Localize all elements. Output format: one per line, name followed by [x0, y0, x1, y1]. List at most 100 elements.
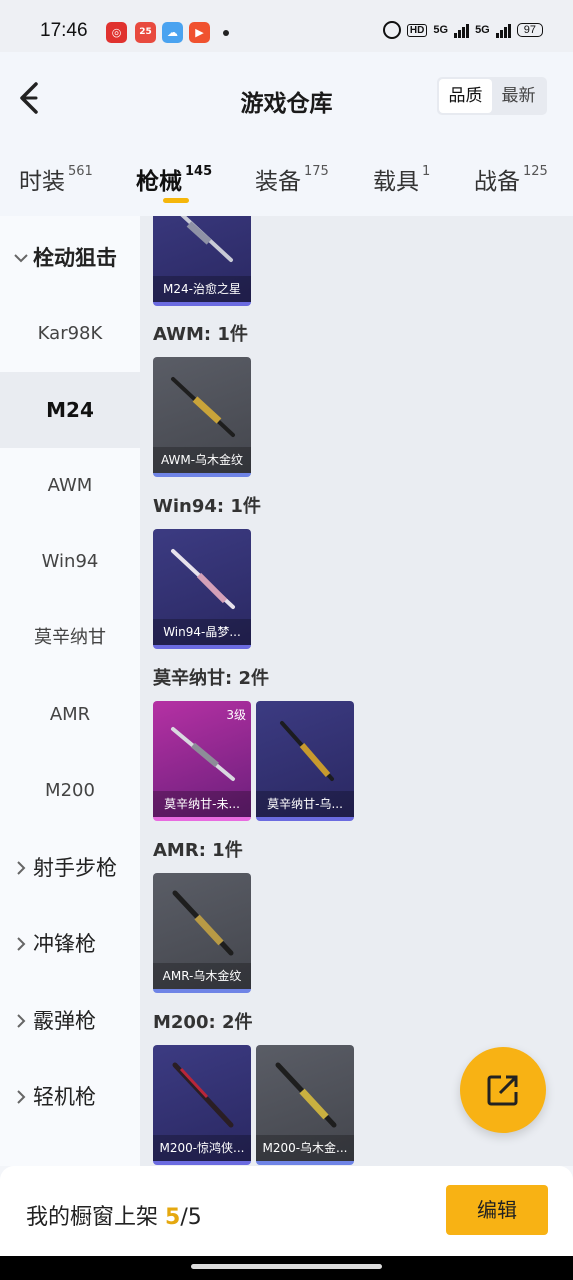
tab-supplies[interactable]: 战备 125 — [474, 162, 548, 196]
rifle-image-icon — [172, 1062, 234, 1128]
back-arrow-icon — [20, 82, 38, 114]
sidebar-item-m24[interactable]: M24 — [0, 372, 140, 448]
showcase-bar: 我的橱窗上架 5/5 编辑 — [0, 1166, 573, 1256]
skin-card[interactable]: AWM-乌木金纹 — [153, 357, 251, 477]
skin-card[interactable]: AMR-乌木金纹 — [153, 873, 251, 993]
tab-equipment[interactable]: 装备 175 — [255, 162, 329, 196]
calendar-app-icon: 25 — [135, 22, 156, 43]
tab-label: 装备 — [255, 169, 301, 195]
skin-card[interactable]: 莫辛纳甘-乌... — [256, 701, 354, 821]
sidebar-group-bolt-action[interactable]: 栓动狙击 — [0, 220, 140, 296]
sidebar-group-shotgun[interactable]: 霰弹枪 — [0, 983, 140, 1059]
system-nav-bar — [0, 1256, 573, 1280]
showcase-count-current: 5 — [165, 1205, 181, 1230]
home-gesture-handle[interactable] — [191, 1264, 382, 1269]
showcase-count-separator: / — [180, 1205, 188, 1230]
share-button[interactable] — [460, 1047, 546, 1133]
network-label-2: 5G — [475, 24, 490, 36]
hd-badge: HD — [406, 23, 428, 37]
skin-name: M24-治愈之星 — [153, 276, 251, 302]
edit-button[interactable]: 编辑 — [446, 1185, 548, 1235]
battery-icon: 97 — [516, 23, 543, 37]
sidebar-group-label: 冲锋枪 — [33, 932, 96, 956]
sidebar-item-m200[interactable]: M200 — [0, 753, 140, 829]
weapon-type-sidebar: 栓动狙击 Kar98K M24 AWM Win94 莫辛纳甘 AMR M200 … — [0, 216, 140, 1166]
tab-label: 载具 — [373, 169, 419, 195]
tab-vehicles[interactable]: 载具 1 — [373, 162, 430, 196]
chevron-down-icon — [14, 254, 28, 263]
status-time: 17:46 — [40, 20, 88, 41]
showcase-label: 我的橱窗上架 5/5 — [26, 1199, 202, 1231]
skin-name: Win94-晶梦... — [153, 619, 251, 645]
active-tab-indicator — [163, 198, 189, 203]
sidebar-item-win94[interactable]: Win94 — [0, 524, 140, 600]
tab-count: 125 — [523, 164, 548, 179]
skin-card[interactable]: M200-惊鸿侠... — [153, 1045, 251, 1165]
rifle-image-icon — [171, 727, 235, 781]
skin-name: M200-惊鸿侠... — [153, 1135, 251, 1161]
status-bar: 17:46 ◎ 25 ☁ ▶ HD 5G 5G 97 — [0, 0, 573, 52]
rifle-image-icon — [280, 721, 334, 781]
sidebar-item-amr[interactable]: AMR — [0, 677, 140, 753]
sort-toggle: 品质 最新 — [437, 77, 547, 115]
section-title: 莫辛纳甘: 2件 — [153, 668, 269, 689]
alarm-icon — [382, 21, 401, 39]
rifle-image-icon — [171, 377, 235, 437]
section-title: AMR: 1件 — [153, 840, 243, 861]
weather-app-icon: ☁ — [162, 22, 183, 43]
skin-name: AWM-乌木金纹 — [153, 447, 251, 473]
section-title: AWM: 1件 — [153, 324, 248, 345]
sidebar-group-dmr[interactable]: 射手步枪 — [0, 830, 140, 906]
skin-card[interactable]: M200-乌木金... — [256, 1045, 354, 1165]
sidebar-item-kar98k[interactable]: Kar98K — [0, 296, 140, 372]
skin-name: 莫辛纳甘-乌... — [256, 791, 354, 817]
header: 游戏仓库 品质 最新 — [0, 52, 573, 142]
network-label: 5G — [433, 24, 449, 36]
tab-label: 时装 — [19, 169, 65, 195]
chevron-right-icon — [17, 937, 26, 951]
tab-count: 561 — [68, 164, 93, 179]
sidebar-group-label: 射手步枪 — [33, 856, 117, 880]
chevron-right-icon — [17, 1090, 26, 1104]
sidebar-group-label: 栓动狙击 — [33, 246, 117, 270]
skin-card[interactable]: M24-治愈之星 — [153, 216, 251, 306]
tab-fashion[interactable]: 时装 561 — [19, 162, 93, 196]
showcase-count-total: 5 — [187, 1205, 202, 1230]
section-title: Win94: 1件 — [153, 496, 261, 517]
sort-quality-button[interactable]: 品质 — [439, 79, 492, 113]
netease-music-app-icon: ◎ — [106, 22, 127, 43]
category-tabs: 时装 561 枪械 145 装备 175 载具 1 战备 125 — [0, 142, 573, 216]
sidebar-item-awm[interactable]: AWM — [0, 448, 140, 524]
skin-name: AMR-乌木金纹 — [153, 963, 251, 989]
sort-newest-button[interactable]: 最新 — [492, 79, 545, 113]
section-title: M200: 2件 — [153, 1012, 253, 1033]
tab-count: 1 — [422, 164, 431, 179]
status-indicators: HD 5G 5G 97 — [382, 21, 543, 39]
chevron-right-icon — [17, 1014, 26, 1028]
rifle-image-icon — [275, 1062, 337, 1128]
tab-count: 145 — [185, 164, 213, 179]
tab-label: 枪械 — [136, 169, 182, 195]
weapon-list: M24-治愈之星 AWM: 1件 AWM-乌木金纹 Win94: 1件 Win9… — [140, 216, 573, 1166]
share-icon — [487, 1075, 518, 1106]
notification-dot — [223, 30, 229, 36]
sidebar-group-label: 轻机枪 — [33, 1085, 96, 1109]
rifle-image-icon — [172, 890, 234, 956]
sidebar-group-label: 霰弹枪 — [33, 1009, 96, 1033]
back-button[interactable] — [14, 80, 46, 116]
chevron-right-icon — [17, 861, 26, 875]
tab-label: 战备 — [474, 169, 520, 195]
skin-card[interactable]: 3级 莫辛纳甘-未... — [153, 701, 251, 821]
sidebar-group-smg[interactable]: 冲锋枪 — [0, 906, 140, 982]
video-app-icon: ▶ — [189, 22, 210, 43]
signal-icon-2 — [495, 22, 511, 38]
tab-count: 175 — [304, 164, 329, 179]
skin-card[interactable]: Win94-晶梦... — [153, 529, 251, 649]
showcase-text: 我的橱窗上架 — [26, 1205, 159, 1230]
sidebar-group-lmg[interactable]: 轻机枪 — [0, 1059, 140, 1135]
skin-name: 莫辛纳甘-未... — [153, 791, 251, 817]
rifle-image-icon — [171, 549, 235, 609]
sidebar-item-mosin[interactable]: 莫辛纳甘 — [0, 600, 140, 676]
tab-guns[interactable]: 枪械 145 — [136, 162, 212, 196]
signal-icon — [454, 22, 470, 38]
